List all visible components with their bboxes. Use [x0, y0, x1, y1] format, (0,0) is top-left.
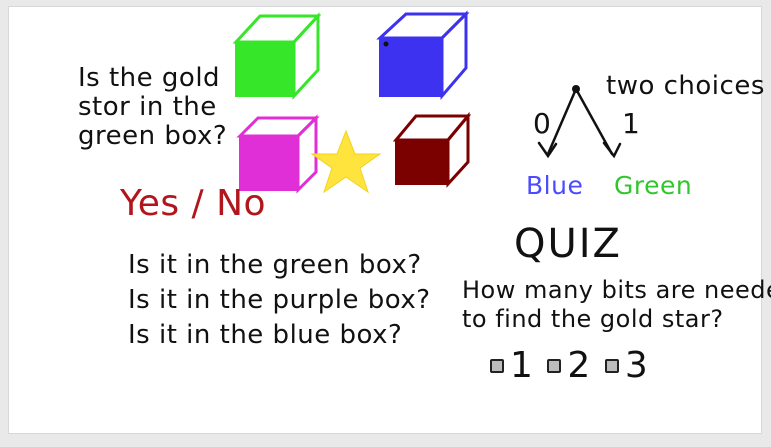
checkbox-icon[interactable] [490, 359, 504, 374]
gold-star-icon [310, 129, 382, 194]
zero-label: 0 [533, 107, 552, 140]
option-3[interactable]: 3 [604, 345, 649, 386]
whiteboard: Is the gold stor in the green box? Yes /… [8, 6, 771, 434]
two-choices-label: two choices [606, 71, 765, 101]
yes-no-answer: Yes / No [120, 183, 267, 224]
quiz-question: How many bits are needed to find the gol… [462, 276, 771, 333]
option-2[interactable]: 2 [547, 345, 591, 386]
green-box [232, 12, 322, 100]
green-label: Green [614, 171, 693, 200]
quiz-heading: QUIZ [514, 221, 622, 267]
option-label: 1 [510, 345, 534, 386]
checkbox-icon[interactable] [604, 359, 619, 374]
option-1[interactable]: 1 [490, 345, 534, 386]
purple-box [236, 114, 320, 194]
blue-box [376, 10, 470, 101]
left-question: Is the gold stor in the green box? [78, 63, 228, 152]
quiz-options: 1 2 3 [490, 345, 649, 386]
blue-label: Blue [526, 171, 584, 200]
checkbox-icon[interactable] [547, 359, 562, 374]
maroon-box [392, 111, 472, 188]
one-label: 1 [622, 107, 641, 140]
option-label: 3 [624, 345, 649, 386]
option-label: 2 [567, 345, 591, 386]
question-list: Is it in the green box? Is it in the pur… [128, 250, 431, 351]
